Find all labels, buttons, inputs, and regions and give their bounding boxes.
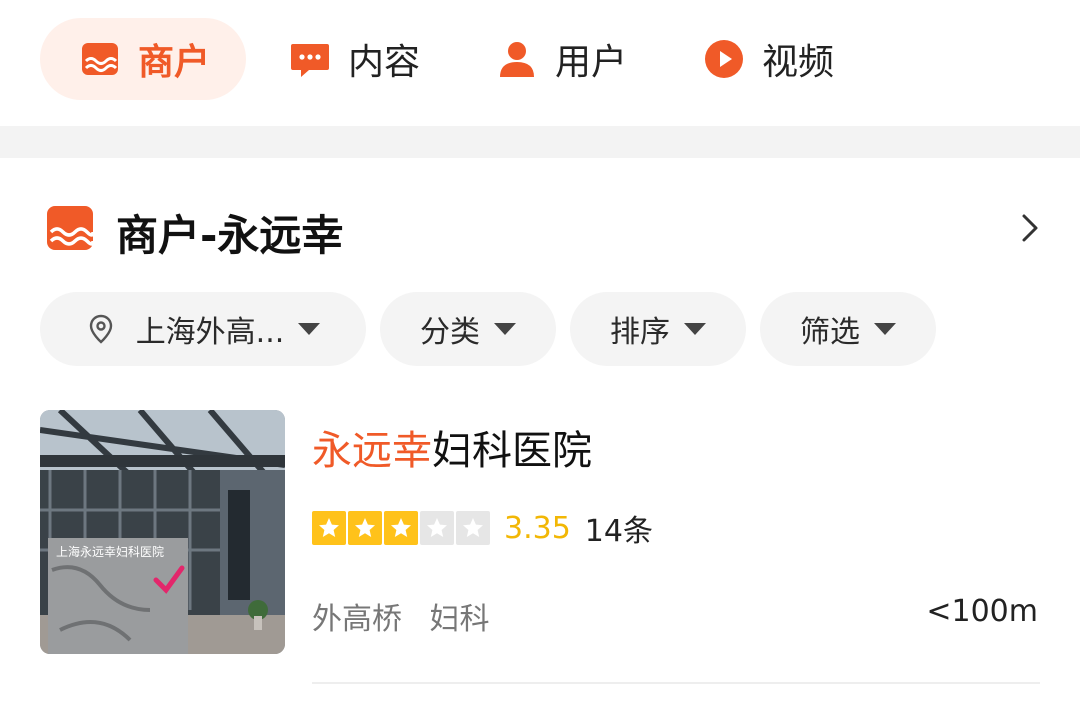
- star-icon: [456, 511, 490, 545]
- merchant-result-card[interactable]: 上海永远幸妇科医院 永远幸妇科医院 3.35 14条 外高桥 妇科 <100m: [0, 408, 1080, 698]
- merchant-photo[interactable]: 上海永远幸妇科医院: [40, 410, 285, 654]
- tag-category: 妇科: [429, 602, 490, 637]
- card-divider: [312, 682, 1040, 684]
- shop-icon: [82, 43, 118, 75]
- tab-merchant-label: 商户: [138, 42, 211, 83]
- tab-merchant[interactable]: 商户: [40, 18, 247, 100]
- rating-score: 3.35: [504, 510, 571, 546]
- star-rating: [312, 511, 492, 545]
- shop-icon: [47, 206, 94, 250]
- star-icon: [348, 511, 382, 545]
- category-filter-label: 分类: [420, 315, 480, 350]
- comment-icon: [291, 44, 329, 77]
- chevron-right-icon[interactable]: [1012, 210, 1048, 246]
- photo-sign-text: 上海永远幸妇科医院: [56, 544, 164, 559]
- merchant-name[interactable]: 永远幸妇科医院: [312, 418, 592, 476]
- caret-down-icon: [874, 323, 896, 335]
- review-count: 14条: [584, 514, 653, 549]
- caret-down-icon: [494, 323, 516, 335]
- merchant-tags: 外高桥 妇科: [312, 594, 508, 638]
- tab-video-label: 视频: [762, 42, 835, 83]
- section-header[interactable]: 商户-永远幸: [0, 190, 1080, 270]
- rating-row: 3.35 14条: [312, 508, 653, 549]
- filter-bar: 上海外高... 分类 排序 筛选: [0, 292, 1080, 368]
- location-pin-icon: [89, 314, 112, 344]
- tab-content-label: 内容: [348, 42, 421, 83]
- section-divider: [0, 126, 1080, 158]
- caret-down-icon: [298, 323, 321, 335]
- tab-video[interactable]: 视频: [704, 18, 834, 100]
- user-icon: [500, 42, 534, 77]
- location-filter-label: 上海外高...: [135, 315, 285, 350]
- section-title: 商户-永远幸: [116, 211, 344, 260]
- merchant-name-rest: 妇科医院: [432, 428, 592, 474]
- merchant-name-highlight: 永远幸: [312, 428, 432, 474]
- star-icon: [312, 511, 346, 545]
- search-type-tabs: 商户 内容 用户 视频: [0, 0, 1080, 126]
- sort-filter[interactable]: 排序: [570, 292, 746, 366]
- star-icon: [420, 511, 454, 545]
- tag-area: 外高桥: [312, 602, 402, 637]
- tab-user-label: 用户: [555, 42, 628, 83]
- category-filter[interactable]: 分类: [380, 292, 556, 366]
- sort-filter-label: 排序: [610, 315, 670, 350]
- tab-user[interactable]: 用户: [497, 18, 627, 100]
- location-filter[interactable]: 上海外高...: [40, 292, 366, 366]
- caret-down-icon: [684, 323, 706, 335]
- star-icon: [384, 511, 418, 545]
- distance: <100m: [926, 594, 1038, 629]
- screen-filter[interactable]: 筛选: [760, 292, 936, 366]
- screen-filter-label: 筛选: [800, 315, 860, 350]
- play-icon: [705, 40, 743, 78]
- tab-content[interactable]: 内容: [290, 18, 420, 100]
